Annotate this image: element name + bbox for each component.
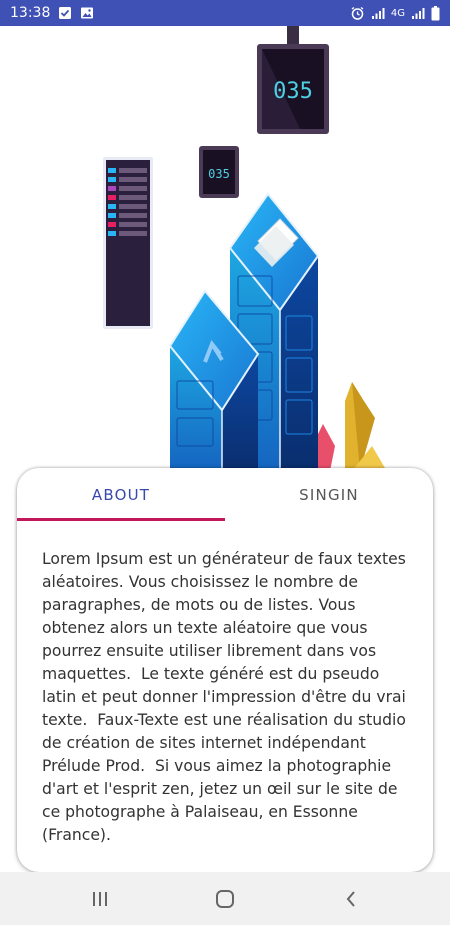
back-button[interactable] (331, 879, 371, 919)
back-icon (346, 890, 355, 907)
image-notification-icon (80, 6, 94, 20)
recent-apps-icon (93, 891, 107, 906)
tab-bar: ABOUT SINGIN (17, 468, 433, 522)
about-text: Lorem Ipsum est un générateur de faux te… (42, 550, 411, 844)
status-time: 13:38 (10, 5, 51, 21)
small-screen-readout: 035 (208, 167, 230, 181)
data-center-illustration: 035 035 (103, 26, 385, 471)
signal-4g-icon (411, 7, 425, 20)
server-rack (103, 157, 153, 329)
large-screen: 035 (257, 26, 329, 134)
navigation-bar (0, 872, 450, 925)
home-icon (216, 889, 234, 908)
tab-singin[interactable]: SINGIN (225, 468, 433, 522)
yellow-prism (345, 382, 385, 471)
tab-singin-label: SINGIN (299, 486, 359, 504)
signal-icon (371, 7, 385, 20)
recent-apps-button[interactable] (80, 879, 120, 919)
battery-icon (431, 5, 440, 21)
small-screen: 035 (199, 146, 239, 198)
status-bar: 13:38 4G (0, 0, 450, 26)
tab-about[interactable]: ABOUT (17, 468, 225, 522)
alarm-icon (350, 6, 365, 21)
large-screen-readout: 035 (273, 79, 313, 104)
red-prism (316, 424, 335, 471)
home-button[interactable] (205, 879, 245, 919)
tab-about-label: ABOUT (91, 486, 151, 504)
network-type-label: 4G (390, 7, 405, 19)
tab-indicator (17, 518, 225, 521)
checkbox-notification-icon (58, 6, 72, 20)
content-card: ABOUT SINGIN Lorem Ipsum est un générate… (17, 468, 433, 872)
